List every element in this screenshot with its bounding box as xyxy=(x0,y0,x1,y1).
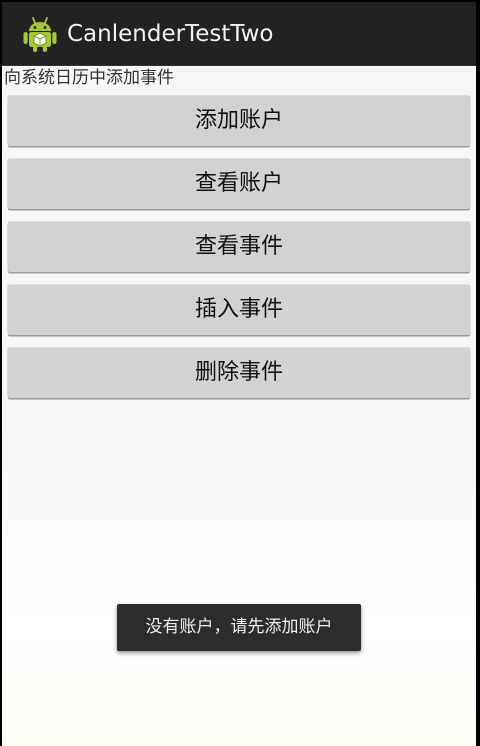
delete-event-button[interactable]: 删除事件 xyxy=(8,348,470,398)
action-bar: CanlenderTestTwo xyxy=(2,2,476,66)
app-window: CanlenderTestTwo 向系统日历中添加事件 添加账户 查看账户 查看… xyxy=(2,2,476,746)
insert-event-button[interactable]: 插入事件 xyxy=(8,285,470,335)
view-events-button[interactable]: 查看事件 xyxy=(8,222,470,272)
subtitle-text: 向系统日历中添加事件 xyxy=(4,68,174,88)
toast-message: 没有账户，请先添加账户 xyxy=(117,604,361,651)
android-robot-icon xyxy=(22,15,58,53)
view-account-button[interactable]: 查看账户 xyxy=(8,159,470,209)
add-account-button[interactable]: 添加账户 xyxy=(8,96,470,146)
app-title: CanlenderTestTwo xyxy=(67,21,274,47)
